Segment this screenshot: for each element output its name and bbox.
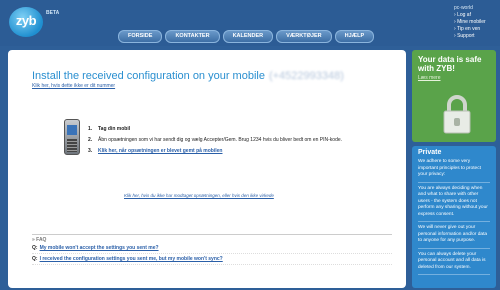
phone-keypad (67, 139, 77, 152)
username: pc-world (454, 5, 473, 11)
support-link[interactable]: Support (454, 33, 486, 40)
nav-hjaelp[interactable]: HJÆLP (334, 30, 375, 43)
nav-vaerktojer[interactable]: VÆRKTØJER (276, 30, 332, 43)
privacy-paragraph: You are always deciding when and what to… (418, 186, 490, 222)
faq-section: » FAQ Q: My mobile won't accept the setti… (32, 234, 392, 265)
mobile-phone-icon (64, 119, 80, 155)
promo-title: Your data is safe with ZYB! (418, 55, 482, 73)
nav-forside[interactable]: FORSIDE (118, 30, 163, 43)
step-2: 2. Åbn opsætningen som vi har sendt dig o… (88, 135, 342, 146)
step-text: Tag din mobil (98, 126, 131, 132)
faq-question-link[interactable]: My mobile won't accept the settings you … (40, 245, 159, 251)
padlock-icon (443, 95, 471, 134)
privacy-title: Private (418, 149, 442, 156)
faq-item: Q: I received the configuration settings … (32, 254, 392, 265)
faq-question-link[interactable]: I received the configuration settings yo… (40, 256, 223, 262)
zyb-logo[interactable]: zyb (9, 7, 43, 37)
privacy-box: Private We adhere to some very important… (412, 146, 496, 288)
privacy-paragraph: You can always delete your personal acco… (418, 252, 490, 275)
phone-number: (+4522993348) (268, 70, 344, 82)
privacy-paragraph: We adhere to some very important princip… (418, 159, 490, 183)
security-promo: Your data is safe with ZYB! Læs mere (412, 50, 496, 142)
privacy-paragraph: We will never give out your personal inf… (418, 225, 490, 249)
beta-badge: BETA (46, 10, 60, 16)
faq-q-label: Q: (32, 245, 38, 251)
read-more-link[interactable]: Læs mere (418, 75, 441, 81)
step-3: 3. Klik her, når opsætningen er blevet ge… (88, 146, 342, 157)
step-1: 1. Tag din mobil (88, 124, 342, 135)
page-title: Install the received configuration on yo… (32, 70, 344, 82)
faq-q-label: Q: (32, 256, 38, 262)
install-steps: 1. Tag din mobil 2. Åbn opsætningen som vi… (88, 124, 342, 157)
nav-kontakter[interactable]: KONTAKTER (165, 30, 220, 43)
my-mobiles-link[interactable]: Mine mobiler (454, 19, 486, 26)
nav-kalender[interactable]: KALENDER (222, 30, 274, 43)
settings-saved-link[interactable]: Klik her, når opsætningen er blevet gemt… (98, 148, 222, 154)
tell-a-friend-link[interactable]: Tip en ven (454, 26, 486, 33)
step-number: 2. (88, 137, 93, 143)
main-nav: FORSIDE KONTAKTER KALENDER VÆRKTØJER HJÆ… (118, 30, 375, 43)
phone-screen (67, 125, 77, 135)
faq-header: » FAQ (32, 234, 392, 243)
header: zyb BETA FORSIDE KONTAKTER KALENDER VÆRK… (0, 0, 500, 46)
wrong-number-link[interactable]: Klik her, hvis dette ikke er dit nummer (32, 83, 115, 89)
not-received-link[interactable]: Klik her, hvis du ikke har modtaget opsæ… (124, 193, 274, 198)
main-panel: Install the received configuration on yo… (8, 50, 406, 288)
faq-item: Q: My mobile won't accept the settings yo… (32, 243, 392, 254)
logout-link[interactable]: Log af (454, 12, 486, 19)
step-number: 3. (88, 148, 93, 154)
step-number: 1. (88, 126, 93, 132)
title-text: Install the received configuration on yo… (32, 70, 265, 82)
account-menu: pc-world Log af Mine mobiler Tip en ven … (454, 5, 486, 40)
step-text: Åbn opsætningen som vi har sendt dig og … (98, 137, 343, 143)
